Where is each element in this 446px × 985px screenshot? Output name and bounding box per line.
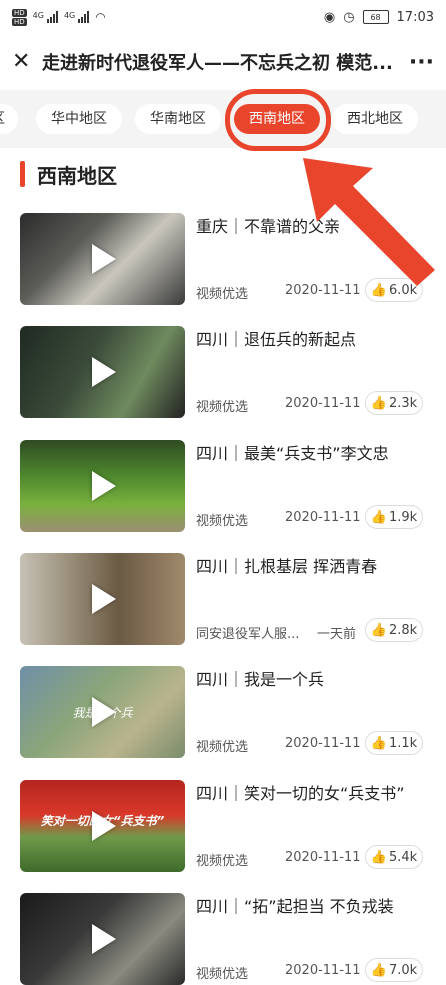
like-count: 1.1k bbox=[388, 735, 418, 751]
video-source: 视频优选 bbox=[196, 287, 249, 302]
section-header: 西南地区 bbox=[20, 160, 117, 188]
play-icon bbox=[92, 471, 116, 501]
hd-badge-1: HD bbox=[12, 8, 27, 17]
video-thumbnail[interactable] bbox=[20, 213, 185, 305]
region-tabs: 区 华中地区 华南地区 西南地区 西北地区 bbox=[0, 90, 446, 148]
video-thumbnail[interactable] bbox=[20, 893, 185, 985]
play-icon bbox=[92, 584, 116, 614]
like-button[interactable]: 👍 1.9k bbox=[365, 505, 423, 529]
play-icon bbox=[92, 357, 116, 387]
tab-region-1[interactable]: 华中地区 bbox=[36, 104, 122, 134]
tab-region-0[interactable]: 区 bbox=[0, 104, 18, 134]
like-count: 2.8k bbox=[388, 622, 418, 638]
thumbs-up-icon: 👍 bbox=[370, 735, 387, 751]
video-thumbnail[interactable] bbox=[20, 553, 185, 645]
video-thumbnail[interactable]: 笑对一切的女“兵支书” bbox=[20, 780, 185, 872]
wifi-icon: ◠ bbox=[95, 10, 106, 24]
thumbs-up-icon: 👍 bbox=[370, 849, 387, 865]
video-thumbnail[interactable] bbox=[20, 440, 185, 532]
video-item[interactable]: 我是一个兵 四川｜我是一个兵 视频优选 2020-11-11 👍 1.1k bbox=[20, 666, 426, 758]
section-bar bbox=[20, 161, 25, 187]
video-title[interactable]: 四川｜笑对一切的女“兵支书” bbox=[196, 780, 405, 804]
video-title[interactable]: 四川｜扎根基层 挥洒青春 bbox=[196, 553, 377, 577]
like-button[interactable]: 👍 7.0k bbox=[365, 958, 423, 982]
play-icon bbox=[92, 697, 116, 727]
video-thumbnail[interactable]: 我是一个兵 bbox=[20, 666, 185, 758]
video-item[interactable]: 四川｜退伍兵的新起点 视频优选 2020-11-11 👍 2.3k bbox=[20, 326, 426, 418]
title-bar: ✕ 走进新时代退役军人——不忘兵之初 模范... ··· bbox=[0, 34, 446, 90]
like-button[interactable]: 👍 2.3k bbox=[365, 391, 423, 415]
video-thumbnail[interactable] bbox=[20, 326, 185, 418]
signal-icon-2: 4G bbox=[63, 11, 90, 23]
video-item[interactable]: 四川｜最美“兵支书”李文忠 视频优选 2020-11-11 👍 1.9k bbox=[20, 440, 426, 532]
video-source: 视频优选 bbox=[196, 854, 249, 869]
page-title: 走进新时代退役军人——不忘兵之初 模范... bbox=[42, 53, 393, 74]
like-button[interactable]: 👍 2.8k bbox=[365, 618, 423, 642]
video-item[interactable]: 四川｜扎根基层 挥洒青春 同安退役军人服... 一天前 👍 2.8k bbox=[20, 553, 426, 645]
like-count: 1.9k bbox=[388, 509, 418, 525]
more-icon[interactable]: ··· bbox=[398, 50, 434, 75]
video-source: 视频优选 bbox=[196, 514, 249, 529]
like-button[interactable]: 👍 5.4k bbox=[365, 845, 423, 869]
video-date: 一天前 bbox=[317, 627, 357, 642]
video-source: 视频优选 bbox=[196, 967, 249, 982]
video-date: 2020-11-11 bbox=[285, 850, 361, 865]
play-icon bbox=[92, 811, 116, 841]
status-right: ◉ ◷ 68 17:03 bbox=[324, 10, 434, 25]
arrow-shape bbox=[303, 158, 435, 286]
battery-icon: 68 bbox=[362, 10, 389, 24]
thumbs-up-icon: 👍 bbox=[370, 622, 387, 638]
video-title[interactable]: 四川｜我是一个兵 bbox=[196, 666, 324, 690]
video-source: 同安退役军人服... bbox=[196, 627, 300, 642]
signal-icon-1: 4G bbox=[33, 11, 58, 23]
video-date: 2020-11-11 bbox=[285, 396, 361, 411]
status-time: 17:03 bbox=[396, 9, 434, 25]
video-item[interactable]: 四川｜“拓”起担当 不负戎装 视频优选 2020-11-11 👍 7.0k bbox=[20, 893, 426, 985]
annotation-arrow bbox=[303, 158, 435, 286]
video-source: 视频优选 bbox=[196, 400, 249, 415]
thumbs-up-icon: 👍 bbox=[370, 962, 387, 978]
tab-region-4[interactable]: 西北地区 bbox=[332, 104, 418, 134]
thumbs-up-icon: 👍 bbox=[370, 509, 387, 525]
network-label-1: 4G bbox=[32, 11, 44, 20]
video-source: 视频优选 bbox=[196, 740, 249, 755]
tab-region-2[interactable]: 华南地区 bbox=[135, 104, 221, 134]
status-left: HD HD 4G 4G ◠ bbox=[12, 8, 106, 26]
like-count: 7.0k bbox=[388, 962, 418, 978]
alarm-icon: ◷ bbox=[343, 9, 355, 25]
video-title[interactable]: 四川｜“拓”起担当 不负戎装 bbox=[196, 893, 394, 917]
play-icon bbox=[92, 244, 116, 274]
video-item[interactable]: 笑对一切的女“兵支书” 四川｜笑对一切的女“兵支书” 视频优选 2020-11-… bbox=[20, 780, 426, 872]
like-count: 5.4k bbox=[388, 849, 418, 865]
thumbs-up-icon: 👍 bbox=[370, 395, 387, 411]
section-title: 西南地区 bbox=[37, 163, 117, 188]
highlight-ring bbox=[225, 89, 331, 151]
network-label-2: 4G bbox=[63, 11, 76, 20]
hd-badges: HD HD bbox=[12, 8, 27, 26]
video-title[interactable]: 四川｜最美“兵支书”李文忠 bbox=[196, 440, 389, 464]
close-icon[interactable]: ✕ bbox=[12, 49, 38, 75]
video-date: 2020-11-11 bbox=[285, 736, 361, 751]
eye-icon: ◉ bbox=[323, 9, 336, 25]
video-date: 2020-11-11 bbox=[285, 510, 361, 525]
like-button[interactable]: 👍 1.1k bbox=[365, 731, 423, 755]
status-bar: HD HD 4G 4G ◠ ◉ ◷ 68 17:03 bbox=[0, 0, 446, 34]
like-count: 2.3k bbox=[388, 395, 418, 411]
video-title[interactable]: 四川｜退伍兵的新起点 bbox=[196, 326, 356, 350]
play-icon bbox=[92, 924, 116, 954]
hd-badge-2: HD bbox=[12, 17, 27, 26]
